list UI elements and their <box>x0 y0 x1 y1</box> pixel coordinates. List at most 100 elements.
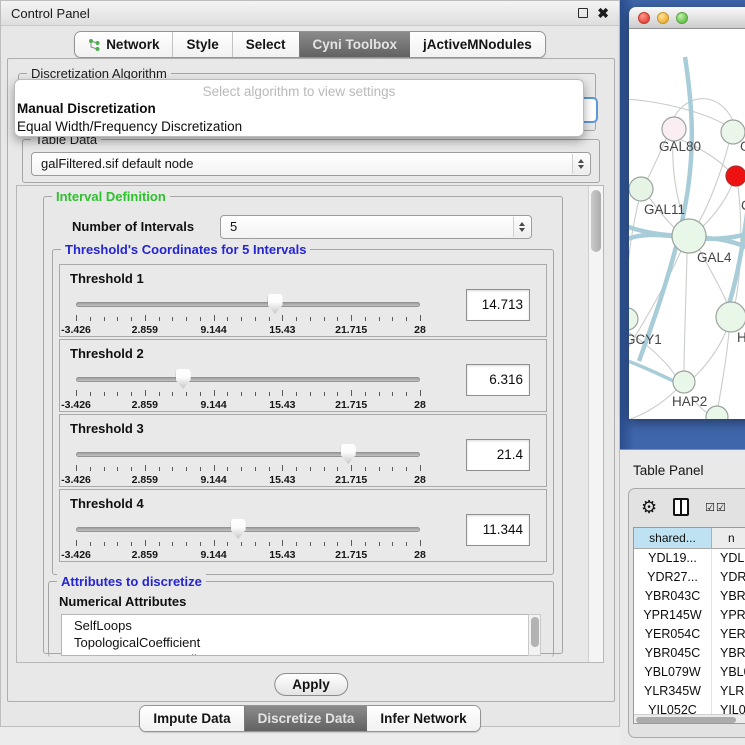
table-row[interactable]: YBR045CYBR0... <box>634 644 745 663</box>
column-header-name[interactable]: n <box>712 528 745 548</box>
tab-discretize-data[interactable]: Discretize Data <box>244 706 368 731</box>
checkbox-icons[interactable]: ☑☑ <box>705 501 727 514</box>
tick-label: 15.43 <box>269 549 295 561</box>
node-hap2[interactable] <box>673 371 695 393</box>
threshold-slider-track[interactable] <box>76 527 420 532</box>
tab-impute-data[interactable]: Impute Data <box>140 706 243 731</box>
threshold-slider-track[interactable] <box>76 377 420 382</box>
node-gal4[interactable] <box>672 219 706 253</box>
table-row[interactable]: YDL19...YDL1... <box>634 549 745 568</box>
table-row[interactable]: YER054CYER0... <box>634 625 745 644</box>
algorithm-option-equal-width[interactable]: Equal Width/Frequency Discretization <box>15 117 583 135</box>
table-cell: YBR0... <box>712 644 745 663</box>
tick-label: 15.43 <box>269 399 295 411</box>
threshold-value-field[interactable]: 21.4 <box>466 439 530 471</box>
table-row[interactable]: YLR345WYLR3... <box>634 682 745 701</box>
column-header-shared[interactable]: shared... <box>634 528 712 548</box>
split-columns-icon[interactable] <box>673 498 689 516</box>
table-cell: YDR27... <box>634 568 712 587</box>
number-of-intervals-combobox[interactable]: 5 <box>220 215 532 239</box>
horizontal-scrollbar[interactable] <box>634 714 745 723</box>
tick-label: 28 <box>414 399 426 411</box>
table-cell: YBR043C <box>634 587 712 606</box>
tab-jactivemnodules[interactable]: jActiveMNodules <box>410 32 545 57</box>
tab-select[interactable]: Select <box>232 32 299 57</box>
zoom-traffic-light-icon[interactable] <box>676 12 688 24</box>
network-icon <box>88 38 101 52</box>
algorithm-hint-option: Select algorithm to view settings <box>15 80 583 99</box>
gear-icon[interactable]: ⚙ <box>641 498 657 516</box>
threshold-value-field[interactable]: 11.344 <box>466 514 530 546</box>
attribute-item[interactable]: TopologicalCoefficient <box>74 634 538 651</box>
threshold-value-field[interactable]: 14.713 <box>466 289 530 321</box>
node-gcy1[interactable] <box>629 308 638 330</box>
table-cell: YLR3... <box>712 682 745 701</box>
label-partial-h: H <box>737 330 745 345</box>
numerical-attributes-list[interactable]: SelfLoopsTopologicalCoefficientBetweenne… <box>61 614 539 656</box>
tab-cyni-toolbox[interactable]: Cyni Toolbox <box>299 32 411 57</box>
algorithm-option-manual[interactable]: Manual Discretization <box>15 99 583 117</box>
table-cell: YBR0... <box>712 587 745 606</box>
node-selected-red[interactable] <box>726 166 745 186</box>
threshold-label: Threshold 4 <box>70 496 144 511</box>
combo-stepper-icon <box>513 217 530 237</box>
tick-label: -3.426 <box>61 474 91 486</box>
node-gal11[interactable] <box>629 177 653 201</box>
threshold-slider-handle[interactable] <box>176 369 191 389</box>
slider-tick-labels: -3.4262.8599.14415.4321.71528 <box>76 474 420 486</box>
threshold-slider-track[interactable] <box>76 302 420 307</box>
attribute-item[interactable]: BetweennessCentrality <box>74 651 538 656</box>
table-cell: YBR045C <box>634 644 712 663</box>
node-right[interactable] <box>716 302 745 332</box>
attribute-item[interactable]: SelfLoops <box>74 617 538 634</box>
float-window-icon[interactable] <box>578 8 588 18</box>
tick-label: 9.144 <box>200 324 226 336</box>
table-row[interactable]: YDR27...YDR2... <box>634 568 745 587</box>
threshold-slider-track[interactable] <box>76 452 420 457</box>
close-traffic-light-icon[interactable] <box>638 12 650 24</box>
label-gal11: GAL11 <box>644 202 685 217</box>
table-row[interactable]: YPR145WYPR1... <box>634 606 745 625</box>
tab-label: Select <box>246 37 286 52</box>
table-row[interactable]: YBR043CYBR0... <box>634 587 745 606</box>
node-gal80[interactable] <box>662 117 686 141</box>
table-cell: YDL19... <box>634 549 712 568</box>
label-partial-c: C <box>741 198 745 213</box>
label-hap2: HAP2 <box>672 394 707 409</box>
tab-network[interactable]: Network <box>75 32 172 57</box>
threshold-slider-handle[interactable] <box>341 444 356 464</box>
node-bottom[interactable] <box>706 406 728 419</box>
apply-button[interactable]: Apply <box>274 673 348 696</box>
minimize-traffic-light-icon[interactable] <box>657 12 669 24</box>
tick-label: 2.859 <box>132 399 158 411</box>
threshold-value-field[interactable]: 6.316 <box>466 364 530 396</box>
tick-label: -3.426 <box>61 549 91 561</box>
close-icon[interactable]: ✖ <box>597 8 609 18</box>
network-canvas[interactable]: GAL80 GA C GAL11 GAL4 GCY1 H HAP2 <box>629 29 745 419</box>
tick-label: 28 <box>414 324 426 336</box>
tab-label: Infer Network <box>380 711 466 726</box>
tick-label: 28 <box>414 549 426 561</box>
threshold-slider-handle[interactable] <box>231 519 246 539</box>
label-gal4: GAL4 <box>697 250 732 265</box>
interval-definition-group: Interval Definition Number of Intervals … <box>43 196 563 654</box>
table-cell: YBL079W <box>634 663 712 682</box>
tick-label: 21.715 <box>335 324 367 336</box>
number-of-intervals-value: 5 <box>230 219 237 234</box>
table-cell: YPR1... <box>712 606 745 625</box>
tab-style[interactable]: Style <box>172 32 231 57</box>
table-cell: YDL1... <box>712 549 745 568</box>
network-view-window: GAL80 GA C GAL11 GAL4 GCY1 H HAP2 <box>629 7 745 419</box>
table-data-combobox[interactable]: galFiltered.sif default node <box>31 152 591 176</box>
table-panel-title: Table Panel <box>633 463 704 478</box>
vertical-scrollbar[interactable] <box>588 186 603 662</box>
threshold-slider-handle[interactable] <box>268 294 283 314</box>
attributes-list-scrollbar[interactable] <box>528 614 541 656</box>
table-row[interactable]: YBL079WYBL0... <box>634 663 745 682</box>
tab-infer-network[interactable]: Infer Network <box>367 706 479 731</box>
tab-label: Network <box>106 37 159 52</box>
attributes-group: Attributes to discretize Numerical Attri… <box>48 581 554 657</box>
slider-ticks <box>76 540 420 547</box>
threshold-label: Threshold 1 <box>70 271 144 286</box>
control-panel-titlebar: Control Panel ✖ <box>1 1 619 26</box>
